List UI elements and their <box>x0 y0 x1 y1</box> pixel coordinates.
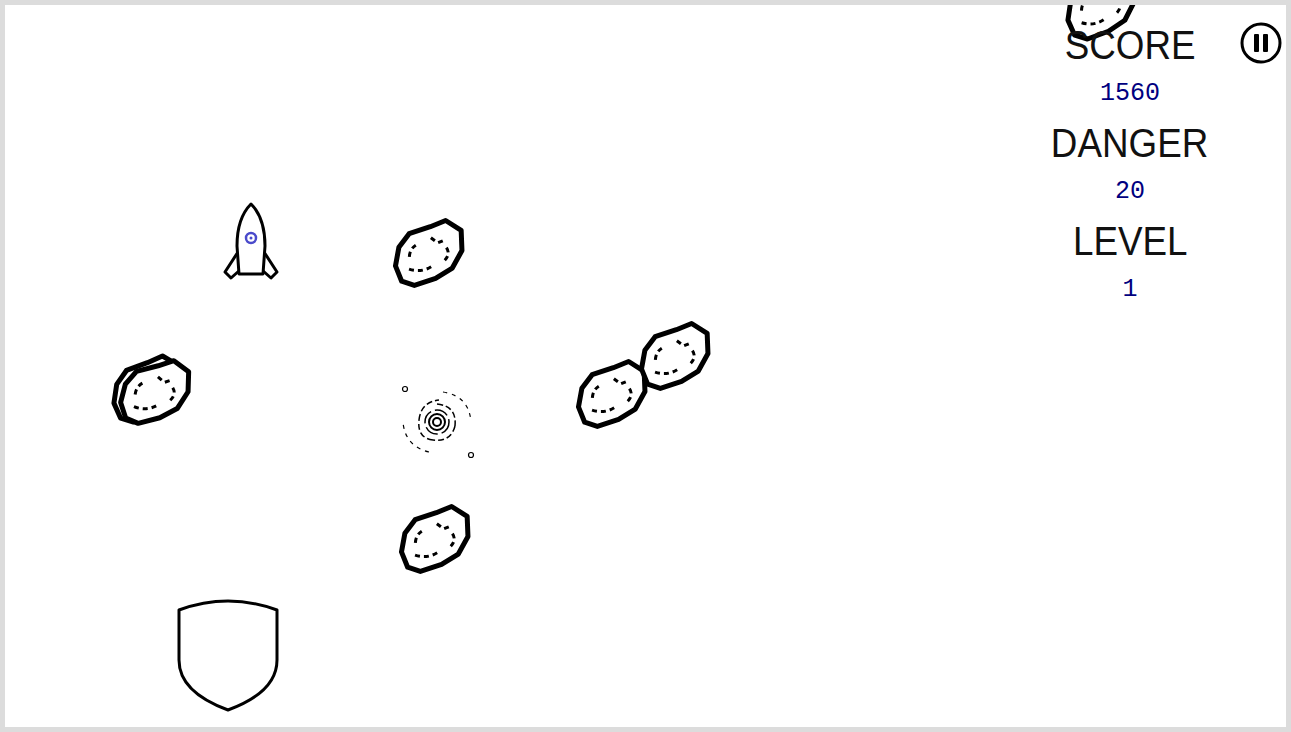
hud-label: DANGER <box>1051 119 1208 167</box>
hud-panel: SCORE1560DANGER20LEVEL1 <box>1025 21 1235 315</box>
game-field[interactable]: SCORE1560DANGER20LEVEL1 <box>5 5 1286 727</box>
asteroid-icon <box>393 501 479 577</box>
hud-label: LEVEL <box>1073 217 1188 265</box>
hud-value: 1560 <box>1100 69 1160 119</box>
rocket-icon[interactable] <box>221 202 281 282</box>
hud-value: 20 <box>1115 167 1145 217</box>
hud-label: SCORE <box>1065 21 1196 69</box>
asteroid-icon <box>633 318 719 394</box>
asteroid-icon <box>115 356 197 427</box>
pause-icon <box>1239 21 1283 65</box>
shield-icon <box>175 597 281 713</box>
hud-value: 1 <box>1122 265 1137 315</box>
blackhole-icon <box>399 382 479 462</box>
asteroid-icon <box>387 215 473 291</box>
pause-button[interactable] <box>1239 21 1283 65</box>
